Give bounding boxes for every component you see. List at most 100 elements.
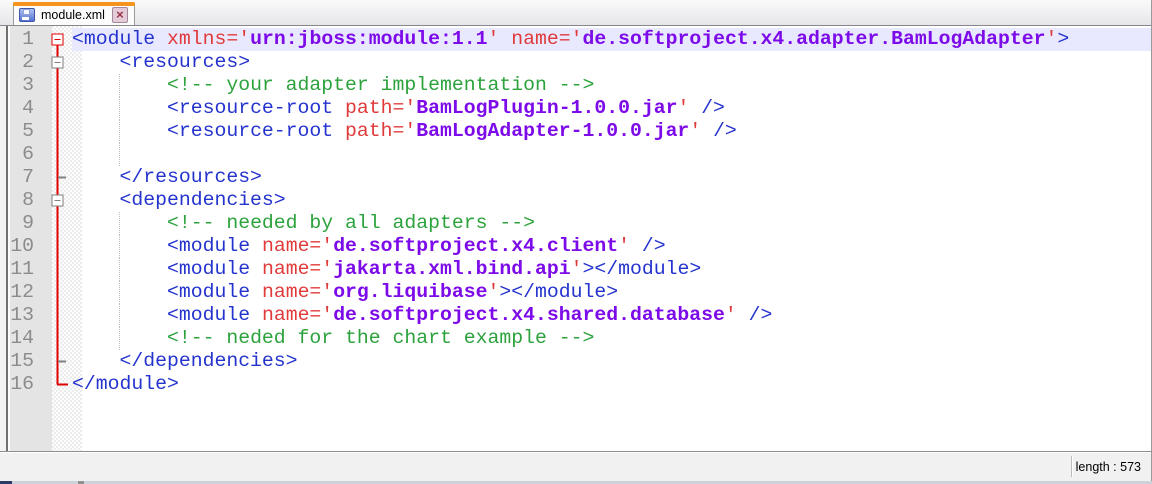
fold-guide-icon bbox=[42, 304, 72, 327]
close-tab-icon[interactable]: × bbox=[112, 7, 128, 23]
code-line[interactable]: 13 <module name='de.softproject.x4.share… bbox=[0, 304, 1151, 327]
code-line[interactable]: 9 <!-- needed by all adapters --> bbox=[0, 212, 1151, 235]
code-text[interactable]: <module name='de.softproject.x4.client' … bbox=[72, 235, 1151, 258]
line-number: 2 bbox=[0, 51, 42, 74]
syntax-tag: </module> bbox=[72, 373, 179, 395]
editor-area[interactable]: 1 <module xmlns='urn:jboss:module:1.1' na… bbox=[0, 25, 1152, 451]
indent-guide bbox=[119, 258, 120, 281]
syntax-tag: <module bbox=[167, 281, 250, 303]
syntax-txt bbox=[155, 28, 167, 50]
code-line[interactable]: 12 <module name='org.liquibase'></module… bbox=[0, 281, 1151, 304]
code-line[interactable]: 1 <module xmlns='urn:jboss:module:1.1' na… bbox=[0, 28, 1151, 51]
code-text[interactable]: <resources> bbox=[72, 51, 1151, 74]
code-line[interactable]: 16 </module> bbox=[0, 373, 1151, 396]
code-text[interactable]: </resources> bbox=[72, 166, 1151, 189]
syntax-com: <!-- needed by all adapters --> bbox=[167, 212, 535, 234]
syntax-tag: /> bbox=[749, 304, 773, 326]
indent-guide bbox=[119, 120, 120, 143]
syntax-tag: <module bbox=[167, 304, 250, 326]
syntax-attr: name=' bbox=[262, 281, 333, 303]
syntax-attr: ' bbox=[488, 28, 500, 50]
code-text[interactable]: <!-- your adapter implementation --> bbox=[72, 74, 1151, 97]
syntax-txt bbox=[333, 97, 345, 119]
syntax-tag: <resources> bbox=[119, 51, 250, 73]
syntax-attr: path=' bbox=[345, 120, 416, 142]
fold-guide-icon bbox=[42, 235, 72, 258]
syntax-txt bbox=[72, 189, 119, 211]
code-line[interactable]: 2 <resources> bbox=[0, 51, 1151, 74]
code-line[interactable]: 15 </dependencies> bbox=[0, 350, 1151, 373]
code-text[interactable]: <resource-root path='BamLogAdapter-1.0.0… bbox=[72, 120, 1151, 143]
tab-title: module.xml bbox=[41, 8, 105, 22]
fold-guide-icon bbox=[42, 212, 72, 235]
code-line[interactable]: 3 <!-- your adapter implementation --> bbox=[0, 74, 1151, 97]
line-number: 16 bbox=[0, 373, 42, 396]
syntax-attr: ' bbox=[571, 258, 583, 280]
indent-guide bbox=[119, 281, 120, 304]
syntax-attr: name=' bbox=[262, 235, 333, 257]
syntax-attr: ' bbox=[677, 97, 689, 119]
line-number: 5 bbox=[0, 120, 42, 143]
syntax-val: jakarta.xml.bind.api bbox=[333, 258, 570, 280]
syntax-txt bbox=[701, 120, 713, 142]
syntax-txt bbox=[630, 235, 642, 257]
fold-guide-icon bbox=[42, 373, 72, 396]
code-text[interactable]: <resource-root path='BamLogPlugin-1.0.0.… bbox=[72, 97, 1151, 120]
line-number: 8 bbox=[0, 189, 42, 212]
syntax-txt bbox=[72, 51, 119, 73]
code-text[interactable]: </module> bbox=[72, 373, 1151, 396]
syntax-txt bbox=[250, 258, 262, 280]
syntax-val: BamLogAdapter-1.0.0.jar bbox=[416, 120, 689, 142]
code-text[interactable]: <!-- needed by all adapters --> bbox=[72, 212, 1151, 235]
code-text[interactable]: <dependencies> bbox=[72, 189, 1151, 212]
syntax-tag: ></module> bbox=[582, 258, 701, 280]
code-text[interactable]: <module name='org.liquibase'></module> bbox=[72, 281, 1151, 304]
code-line[interactable]: 6 bbox=[0, 143, 1151, 166]
code-text[interactable]: <!-- neded for the chart example --> bbox=[72, 327, 1151, 350]
code-text[interactable]: <module name='de.softproject.x4.shared.d… bbox=[72, 304, 1151, 327]
syntax-tag: ></module> bbox=[499, 281, 618, 303]
code-line[interactable]: 8 <dependencies> bbox=[0, 189, 1151, 212]
code-line[interactable]: 14 <!-- neded for the chart example --> bbox=[0, 327, 1151, 350]
code-line[interactable]: 7 </resources> bbox=[0, 166, 1151, 189]
line-number: 6 bbox=[0, 143, 42, 166]
fold-guide-icon bbox=[42, 97, 72, 120]
line-number: 13 bbox=[0, 304, 42, 327]
code-text[interactable]: <module xmlns='urn:jboss:module:1.1' nam… bbox=[72, 28, 1151, 51]
saved-file-icon bbox=[19, 8, 35, 22]
syntax-txt bbox=[250, 304, 262, 326]
code-line[interactable]: 5 <resource-root path='BamLogAdapter-1.0… bbox=[0, 120, 1151, 143]
syntax-attr: ' bbox=[618, 235, 630, 257]
status-bar: length : 573 bbox=[0, 451, 1152, 481]
fold-toggle-icon[interactable] bbox=[42, 51, 72, 74]
code-line[interactable]: 11 <module name='jakarta.xml.bind.api'><… bbox=[0, 258, 1151, 281]
fold-guide-icon bbox=[42, 74, 72, 97]
syntax-txt bbox=[72, 350, 119, 372]
syntax-txt bbox=[72, 166, 119, 188]
tab-module-xml[interactable]: module.xml × bbox=[13, 2, 135, 25]
syntax-attr: path=' bbox=[345, 97, 416, 119]
code-text[interactable]: <module name='jakarta.xml.bind.api'></mo… bbox=[72, 258, 1151, 281]
syntax-attr: xmlns=' bbox=[167, 28, 250, 50]
syntax-tag: </dependencies> bbox=[119, 350, 297, 372]
code-text[interactable]: </dependencies> bbox=[72, 350, 1151, 373]
syntax-com: <!-- neded for the chart example --> bbox=[167, 327, 594, 349]
code-line[interactable]: 4 <resource-root path='BamLogPlugin-1.0.… bbox=[0, 97, 1151, 120]
line-number: 1 bbox=[0, 28, 42, 51]
fold-toggle-icon[interactable] bbox=[42, 189, 72, 212]
syntax-attr: ' bbox=[488, 281, 500, 303]
indent-guide bbox=[119, 212, 120, 235]
code-text[interactable] bbox=[72, 143, 1151, 166]
line-number: 12 bbox=[0, 281, 42, 304]
code-line[interactable]: 10 <module name='de.softproject.x4.clien… bbox=[0, 235, 1151, 258]
indent-guide bbox=[119, 74, 120, 97]
fold-toggle-icon[interactable] bbox=[42, 28, 72, 51]
fold-guide-icon bbox=[42, 281, 72, 304]
syntax-attr: ' bbox=[689, 120, 701, 142]
syntax-val: de.softproject.x4.client bbox=[333, 235, 618, 257]
syntax-attr: name=' bbox=[262, 304, 333, 326]
syntax-tag: <module bbox=[72, 28, 155, 50]
notepad-window: module.xml × 1 <module xmlns='urn:jboss:m… bbox=[0, 0, 1152, 484]
fold-guide-icon bbox=[42, 143, 72, 166]
syntax-tag: <module bbox=[167, 258, 250, 280]
